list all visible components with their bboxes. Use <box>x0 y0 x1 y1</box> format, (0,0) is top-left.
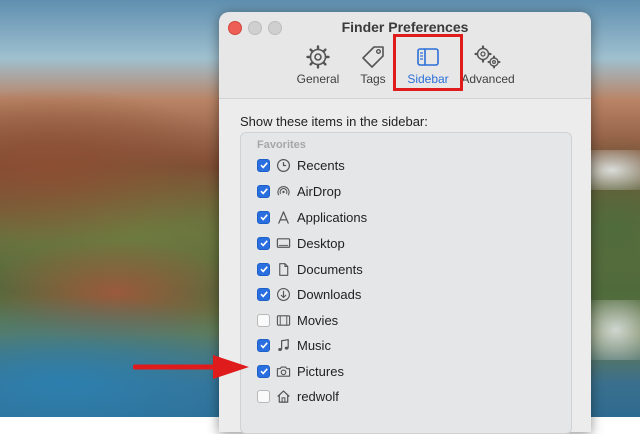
airdrop-checkbox[interactable] <box>257 184 270 198</box>
list-item-downloads[interactable]: Downloads <box>257 284 361 304</box>
list-item-redwolf[interactable]: redwolf <box>257 386 339 406</box>
sidebar-preferences-pane: Show these items in the sidebar: Favorit… <box>219 98 591 434</box>
applications-label: Applications <box>297 209 368 225</box>
camera-icon <box>275 363 291 379</box>
list-item-music[interactable]: Music <box>257 335 331 355</box>
movies-label: Movies <box>297 312 339 328</box>
tab-general-label: General <box>296 72 340 86</box>
airdrop-icon <box>275 183 291 199</box>
recents-checkbox[interactable] <box>257 158 270 172</box>
clock-icon <box>275 157 291 173</box>
annotation-arrow <box>133 355 249 379</box>
music-note-icon <box>275 337 291 353</box>
home-icon <box>275 388 291 404</box>
documents-label: Documents <box>297 261 363 277</box>
movies-checkbox[interactable] <box>257 313 270 327</box>
annotation-highlight-box <box>393 34 463 91</box>
tab-advanced[interactable]: Advanced <box>458 42 518 86</box>
list-item-applications[interactable]: Applications <box>257 207 367 227</box>
list-item-pictures[interactable]: Pictures <box>257 361 344 381</box>
gear-icon <box>306 45 330 69</box>
desktop-label: Desktop <box>297 235 345 251</box>
film-icon <box>275 312 291 328</box>
pictures-label: Pictures <box>297 363 344 379</box>
download-icon <box>275 286 291 302</box>
redwolf-label: redwolf <box>297 388 339 404</box>
applications-checkbox[interactable] <box>257 210 270 224</box>
finder-preferences-window: Finder Preferences General Tags Sidebar … <box>219 12 591 434</box>
list-item-movies[interactable]: Movies <box>257 310 338 330</box>
music-label: Music <box>297 337 331 353</box>
favorites-group-label: Favorites <box>257 139 306 151</box>
list-item-recents[interactable]: Recents <box>257 155 345 175</box>
tag-icon <box>362 46 384 68</box>
redwolf-checkbox[interactable] <box>257 389 270 403</box>
recents-label: Recents <box>297 157 345 173</box>
document-icon <box>275 261 291 277</box>
list-item-desktop[interactable]: Desktop <box>257 233 345 253</box>
desktop-icon <box>275 235 291 251</box>
downloads-checkbox[interactable] <box>257 287 270 301</box>
music-checkbox[interactable] <box>257 338 270 352</box>
downloads-label: Downloads <box>297 286 362 302</box>
gears-icon <box>474 45 501 69</box>
tab-advanced-label: Advanced <box>461 72 515 86</box>
list-item-airdrop[interactable]: AirDrop <box>257 181 341 201</box>
applications-icon <box>275 209 291 225</box>
documents-checkbox[interactable] <box>257 262 270 276</box>
airdrop-label: AirDrop <box>297 183 342 199</box>
sidebar-items-list: Favorites Recents AirDrop Applications D… <box>240 132 572 434</box>
tab-general[interactable]: General <box>288 42 348 86</box>
window-title: Finder Preferences <box>341 19 469 35</box>
desktop-checkbox[interactable] <box>257 236 270 250</box>
sidebar-items-heading: Show these items in the sidebar: <box>240 114 428 129</box>
pictures-checkbox[interactable] <box>257 364 270 378</box>
list-item-documents[interactable]: Documents <box>257 259 363 279</box>
